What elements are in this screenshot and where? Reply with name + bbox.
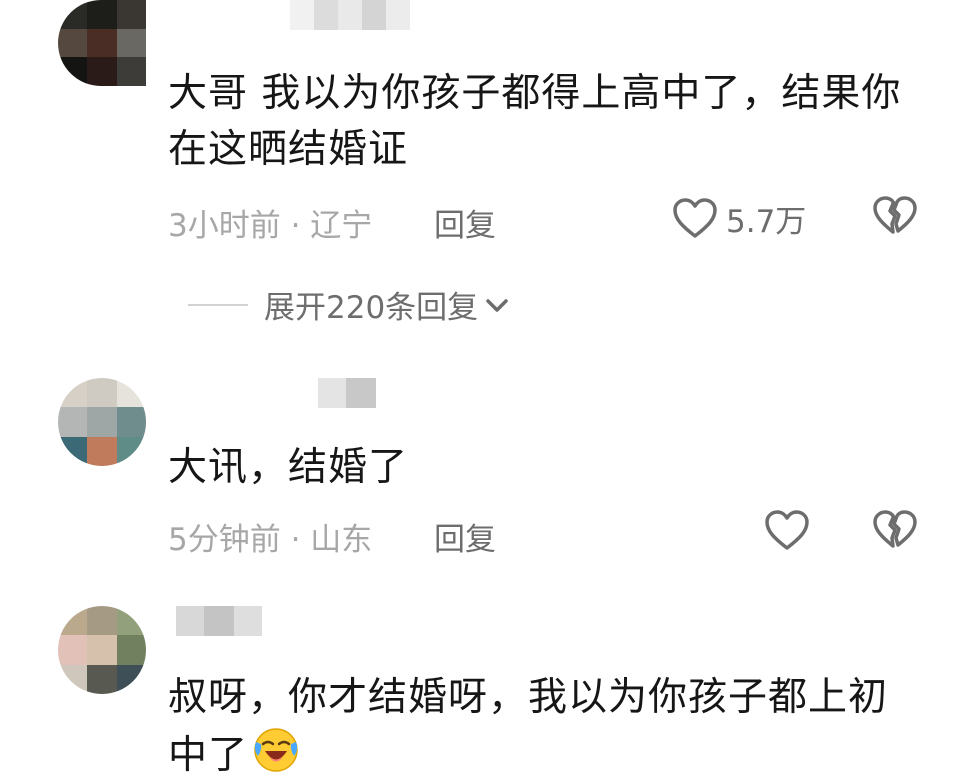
dislike-button[interactable]: [872, 510, 918, 556]
comment-text-line: 在这晒结婚证: [168, 127, 409, 172]
comment-text: 叔呀，你才结婚呀，我以为你孩子都上初 中了: [168, 670, 928, 784]
heart-outline-icon: [673, 197, 717, 238]
like-button[interactable]: 5.7万: [672, 196, 806, 241]
comment-text-line: 大讯，结婚了: [168, 445, 409, 490]
comment-text: 大讯，结婚了: [168, 440, 928, 496]
comment-text-line-with-emoji: 中了: [168, 726, 928, 784]
comment-text-line: 叔呀，你才结婚呀，我以为你孩子都上初: [168, 675, 889, 720]
broken-heart-icon: [873, 196, 917, 234]
dislike-button[interactable]: [872, 196, 918, 242]
like-button[interactable]: [764, 510, 810, 552]
comment-text-line: 中了: [168, 733, 249, 778]
broken-heart-icon: [873, 510, 917, 548]
laughing-crying-emoji: [254, 728, 298, 772]
reply-button[interactable]: 回复: [434, 200, 496, 245]
username-blurred[interactable]: [290, 0, 410, 30]
comment-meta: 5分钟前 · 山东: [168, 522, 373, 558]
chevron-down-icon: [486, 298, 508, 312]
expand-replies-button[interactable]: 展开220条回复: [188, 282, 510, 327]
username-blurred[interactable]: [176, 606, 262, 636]
expand-replies-label: 展开220条回复: [264, 290, 479, 326]
avatar[interactable]: [58, 378, 146, 466]
comment-meta: 3小时前 · 辽宁: [168, 208, 373, 244]
comment-text-line: 大哥 我以为你孩子都得上高中了，结果你: [168, 71, 902, 116]
expand-divider: [188, 303, 248, 306]
avatar[interactable]: [58, 0, 146, 86]
heart-outline-icon: [765, 510, 809, 550]
like-count: 5.7万: [726, 204, 807, 240]
reply-button[interactable]: 回复: [434, 514, 496, 559]
username-blurred[interactable]: [318, 378, 376, 408]
avatar[interactable]: [58, 606, 146, 694]
comment-text: 大哥 我以为你孩子都得上高中了，结果你 在这晒结婚证: [168, 66, 928, 178]
